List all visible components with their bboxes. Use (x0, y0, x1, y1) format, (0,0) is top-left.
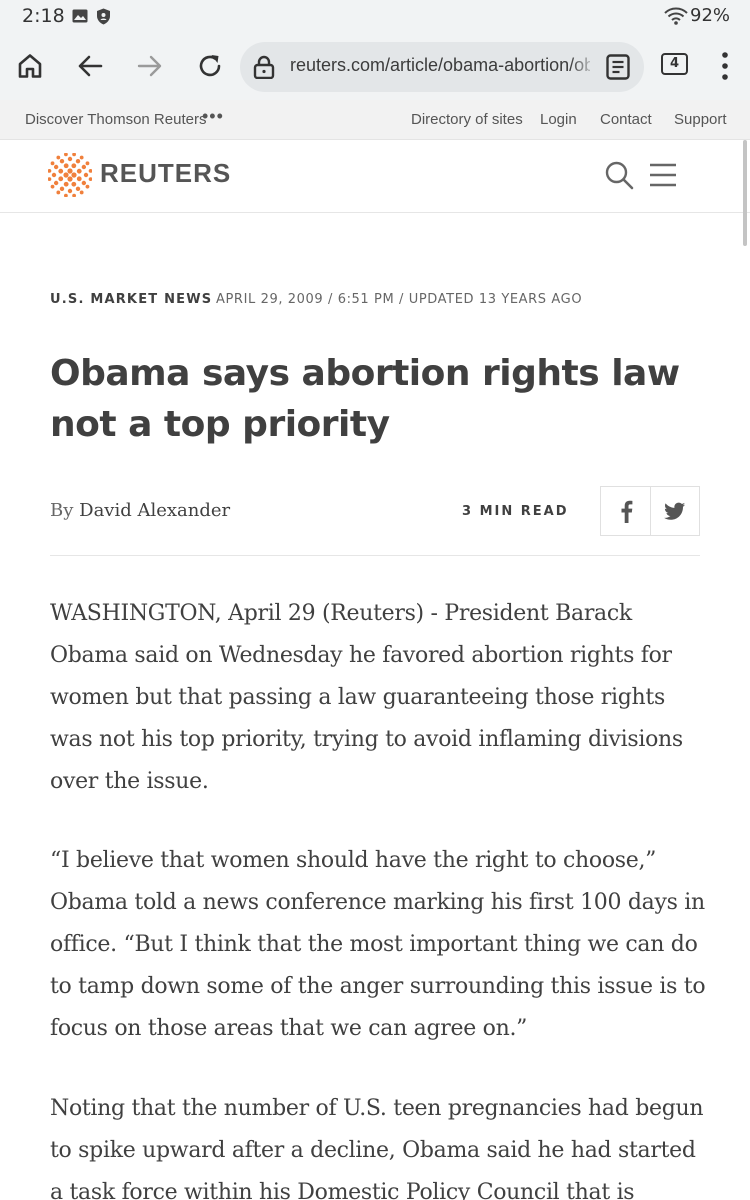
back-arrow-icon (78, 55, 103, 77)
shield-icon (97, 8, 110, 25)
logo-dot (75, 158, 81, 164)
site-header: REUTERS (0, 140, 750, 213)
search-icon[interactable] (604, 160, 634, 190)
battery-level: 92% (690, 5, 731, 26)
home-icon (18, 54, 42, 78)
login-link[interactable]: Login (540, 111, 577, 128)
logo-dot (64, 153, 68, 157)
logo-dot (53, 164, 59, 170)
article-paragraph: “I believe that women should have the ri… (50, 848, 706, 1041)
author-name[interactable]: David Alexander (79, 500, 230, 521)
logo-dot (67, 156, 73, 162)
logo-dot (48, 169, 52, 173)
section-label[interactable]: U.S. MARKET NEWS (50, 292, 212, 307)
logo-dot (81, 180, 87, 186)
logo-dot (83, 172, 89, 178)
logo-dot (72, 193, 76, 197)
hamburger-menu-icon[interactable] (648, 162, 678, 188)
reload-button[interactable] (190, 46, 230, 86)
url-text[interactable]: reuters.com/article/obama-abortion/obama… (290, 55, 590, 76)
page-scrollbar[interactable] (743, 140, 747, 246)
share-divider (650, 487, 651, 535)
forward-arrow-icon (137, 55, 162, 77)
contact-link[interactable]: Contact (600, 111, 652, 128)
reuters-logo-text[interactable]: REUTERS (100, 158, 231, 189)
share-buttons (600, 486, 700, 536)
logo-dot (51, 172, 57, 178)
byline: By David Alexander (50, 500, 230, 521)
twitter-icon[interactable] (664, 500, 686, 522)
url-bar[interactable]: reuters.com/article/obama-abortion/obama… (240, 42, 644, 92)
reload-icon (199, 55, 221, 77)
discover-thomson-reuters-link[interactable]: Discover Thomson Reuters (25, 111, 206, 128)
logo-dot (58, 176, 64, 182)
logo-dot (50, 184, 55, 189)
logo-dot (67, 188, 73, 194)
reader-mode-icon[interactable] (606, 54, 630, 80)
logo-dot (75, 186, 81, 192)
url-fade (570, 52, 598, 82)
logo-dot (88, 169, 92, 173)
logo-dot (85, 184, 90, 189)
logo-dot (63, 181, 69, 187)
logo-dot (63, 163, 69, 169)
wifi-icon (664, 7, 688, 25)
support-link[interactable]: Support (674, 111, 727, 128)
back-button[interactable] (70, 46, 110, 86)
browser-toolbar: reuters.com/article/obama-abortion/obama… (0, 34, 750, 100)
logo-dot (88, 177, 92, 181)
logo-dot (67, 176, 73, 182)
more-vert-icon[interactable] (715, 50, 735, 82)
facebook-icon[interactable] (617, 499, 635, 523)
forward-button[interactable] (130, 46, 170, 86)
thomson-reuters-strip: Discover Thomson Reuters ••• Directory o… (0, 100, 750, 140)
logo-dot (79, 190, 84, 195)
logo-dot (67, 168, 73, 174)
logo-dot (58, 168, 64, 174)
logo-dot (72, 153, 76, 157)
logo-dot (85, 161, 90, 166)
article-dateline: APRIL 29, 2009 / 6:51 PM / UPDATED 13 YE… (216, 292, 583, 307)
reuters-logo-icon[interactable] (48, 153, 92, 197)
image-icon (72, 9, 88, 23)
directory-of-sites-link[interactable]: Directory of sites (411, 111, 523, 128)
logo-dot (76, 168, 82, 174)
logo-dot (56, 155, 61, 160)
logo-dot (50, 161, 55, 166)
logo-dot (76, 176, 82, 182)
status-time: 2:18 (22, 5, 65, 27)
logo-dot (59, 186, 65, 192)
read-time: 3 MIN READ (462, 504, 569, 519)
article-paragraph: Noting that the number of U.S. teen preg… (50, 1096, 704, 1200)
lock-icon (253, 55, 275, 79)
logo-dot (71, 172, 77, 178)
home-button[interactable] (10, 46, 50, 86)
article-headline: Obama says abortion rights law not a top… (50, 353, 680, 445)
logo-dot (81, 164, 87, 170)
logo-dot (53, 180, 59, 186)
logo-dot (56, 190, 61, 195)
status-bar: 2:18 92% (0, 0, 750, 34)
logo-dot (59, 158, 65, 164)
byline-prefix: By (50, 500, 74, 521)
tabs-icon[interactable]: 4 (661, 53, 688, 75)
logo-dot (79, 155, 84, 160)
logo-dot (64, 193, 68, 197)
discover-more-button[interactable]: ••• (202, 106, 224, 127)
logo-dot (71, 163, 77, 169)
logo-dot (63, 172, 69, 178)
article-paragraph: WASHINGTON, April 29 (Reuters) - Preside… (50, 601, 683, 794)
logo-dot (71, 181, 77, 187)
byline-divider (50, 555, 700, 556)
logo-dot (48, 177, 52, 181)
